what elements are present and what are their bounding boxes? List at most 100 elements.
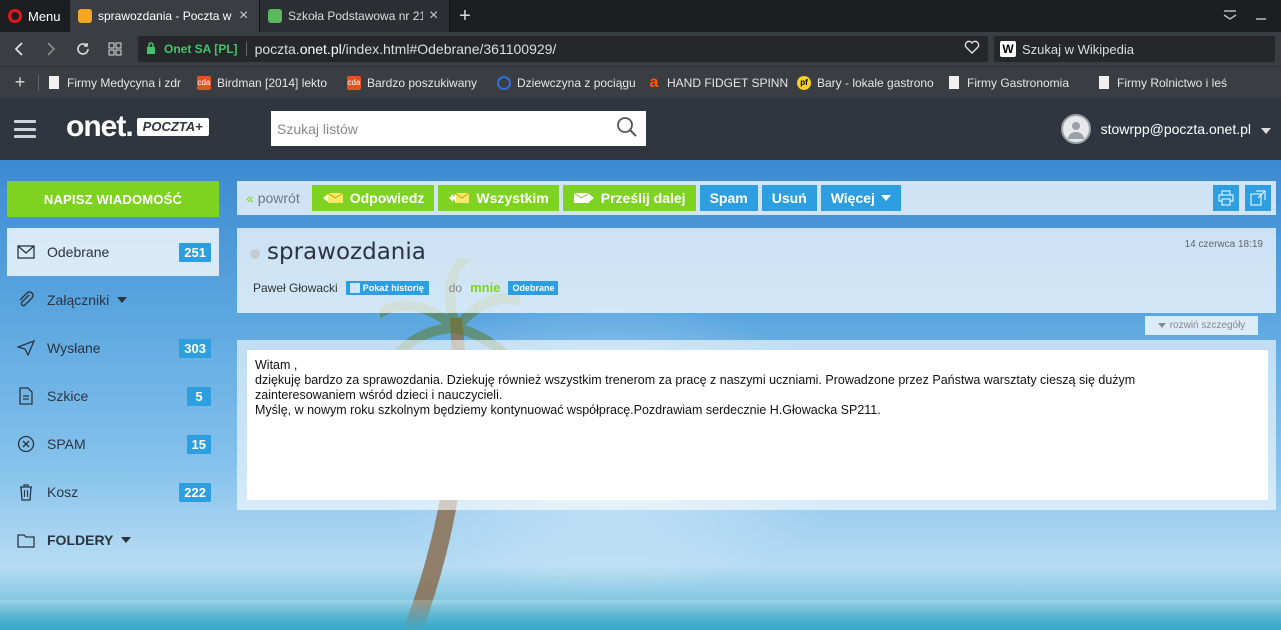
site-identity[interactable]: Onet SA [PL] bbox=[164, 42, 247, 56]
external-window-icon bbox=[1250, 190, 1266, 206]
mail-app: onet. POCZTA+ stowrpp@poczta.onet.pl NAP… bbox=[0, 98, 1281, 630]
opera-menu-button[interactable]: Menu bbox=[0, 0, 70, 32]
forward-button[interactable] bbox=[38, 36, 64, 62]
close-icon[interactable]: × bbox=[239, 8, 251, 24]
sidebar-item-zalaczniki[interactable]: Załączniki bbox=[7, 276, 219, 324]
avatar bbox=[1060, 114, 1091, 144]
bookmarks-divider bbox=[38, 74, 39, 91]
count-badge: 15 bbox=[186, 434, 211, 454]
opera-menu-label: Menu bbox=[28, 8, 61, 24]
open-new-window-button[interactable] bbox=[1245, 185, 1271, 211]
user-email: stowrpp@poczta.onet.pl bbox=[1100, 121, 1251, 137]
sidebar-item-kosz[interactable]: Kosz 222 bbox=[7, 468, 219, 516]
folder-name: Kosz bbox=[47, 484, 79, 500]
folder-name: Szkice bbox=[47, 388, 89, 404]
envelope-icon bbox=[17, 245, 35, 259]
allegro-icon: a bbox=[649, 75, 659, 90]
delete-button[interactable]: Usuń bbox=[761, 185, 817, 211]
bookmark-item[interactable]: Firmy Medycyna i zdr bbox=[47, 76, 197, 90]
sidebar-item-spam[interactable]: SPAM 15 bbox=[7, 420, 219, 468]
mail-header: onet. POCZTA+ stowrpp@poczta.onet.pl bbox=[0, 98, 1281, 160]
page-icon bbox=[47, 76, 61, 90]
folder-name: FOLDERY bbox=[47, 532, 114, 548]
recipient-value[interactable]: mnie bbox=[470, 280, 500, 295]
bookmark-item[interactable]: Dziewczyna z pociągu bbox=[497, 75, 647, 90]
folder-badge[interactable]: Odebrane bbox=[508, 280, 559, 295]
page-icon bbox=[947, 76, 961, 90]
tab-title: sprawozdania - Poczta w O bbox=[98, 9, 233, 23]
browser-tab-szkola[interactable]: Szkoła Podstawowa nr 211 × bbox=[260, 0, 450, 32]
tab-title: Szkoła Podstawowa nr 211 bbox=[288, 9, 423, 23]
chevron-down-icon bbox=[1157, 323, 1166, 328]
chevron-down-icon bbox=[1261, 121, 1271, 137]
body-line: zainteresowaniem wśród dzieci i nauczyci… bbox=[255, 388, 503, 402]
browser-address-bar: Onet SA [PL] poczta.onet.pl/index.html#O… bbox=[0, 32, 1281, 66]
bookmark-item[interactable]: cda Bardzo poszukiwany bbox=[347, 75, 497, 90]
sender-row: Paweł Głowacki Pokaż historię do mnie Od… bbox=[253, 280, 559, 295]
tab-menu-icon[interactable] bbox=[1223, 8, 1237, 24]
show-history-button[interactable]: Pokaż historię bbox=[345, 280, 429, 295]
hamburger-menu-icon[interactable] bbox=[14, 120, 36, 138]
back-link[interactable]: « powrót bbox=[242, 190, 304, 206]
sidebar-item-wyslane[interactable]: Wysłane 303 bbox=[7, 324, 219, 372]
sidebar-item-szkice[interactable]: Szkice 5 bbox=[7, 372, 219, 420]
opera-logo-icon bbox=[8, 9, 22, 23]
search-icon[interactable] bbox=[616, 116, 638, 141]
back-button[interactable] bbox=[6, 36, 32, 62]
browser-tab-bar: Menu sprawozdania - Poczta w O × Szkoła … bbox=[0, 0, 1281, 32]
circle-icon bbox=[497, 75, 511, 90]
reply-all-icon bbox=[449, 192, 470, 203]
message-subject: sprawozdania bbox=[267, 239, 426, 265]
double-chevron-left-icon: « bbox=[246, 190, 254, 206]
bookmark-item[interactable]: Firmy Gastronomia bbox=[947, 76, 1097, 90]
print-button[interactable] bbox=[1213, 185, 1239, 211]
forward-icon bbox=[573, 192, 594, 203]
reload-button[interactable] bbox=[70, 36, 96, 62]
browser-tab-poczta[interactable]: sprawozdania - Poczta w O × bbox=[70, 0, 260, 32]
unread-count-badge: 251 bbox=[179, 242, 211, 262]
chevron-down-icon[interactable] bbox=[121, 535, 132, 546]
print-icon bbox=[1218, 190, 1234, 206]
bookmark-item[interactable]: cda Birdman [2014] lekto bbox=[197, 75, 347, 90]
bookmark-item[interactable]: Firmy Rolnictwo i leś bbox=[1097, 76, 1247, 90]
message-header: sprawozdania 14 czerwca 18:19 Paweł Głow… bbox=[237, 228, 1276, 313]
compose-button[interactable]: NAPISZ WIADOMOŚĆ bbox=[7, 181, 219, 217]
mail-search-input[interactable] bbox=[277, 120, 616, 137]
sidebar-item-odebrane[interactable]: Odebrane 251 bbox=[7, 228, 219, 276]
envelope-favicon-icon bbox=[78, 9, 92, 23]
read-status-icon[interactable] bbox=[250, 249, 260, 259]
expand-details-button[interactable]: rozwiń szczegóły bbox=[1145, 316, 1258, 335]
toolbar-right-actions bbox=[1213, 185, 1271, 211]
body-line: Witam , bbox=[255, 358, 298, 372]
speed-dial-button[interactable] bbox=[102, 36, 128, 62]
close-icon[interactable]: × bbox=[429, 8, 441, 24]
cda-icon: cda bbox=[197, 75, 211, 90]
body-line: Myślę, w nowym roku szkolnym będziemy ko… bbox=[255, 403, 881, 417]
message-toolbar: « powrót Odpowiedz Wszystkim Prześlij da… bbox=[237, 181, 1276, 215]
sidebar-item-foldery[interactable]: FOLDERY bbox=[7, 516, 219, 564]
bookmark-item[interactable]: pf Bary - lokale gastrono bbox=[797, 75, 947, 90]
onet-poczta-logo[interactable]: onet. POCZTA+ bbox=[66, 112, 209, 142]
reply-button[interactable]: Odpowiedz bbox=[311, 185, 435, 211]
bookmark-item[interactable]: a HAND FIDGET SPINN bbox=[647, 76, 797, 90]
url-field[interactable]: Onet SA [PL] poczta.onet.pl/index.html#O… bbox=[138, 36, 988, 62]
minimize-icon[interactable] bbox=[1255, 8, 1267, 24]
sender-name[interactable]: Paweł Głowacki bbox=[253, 281, 338, 295]
pf-icon: pf bbox=[797, 75, 811, 90]
add-bookmark-button[interactable]: + bbox=[8, 72, 32, 93]
body-line: dziękuję bardzo za sprawozdania. Dziekuj… bbox=[255, 373, 1136, 387]
message-body-container: Witam , dziękuję bardzo za sprawozdania.… bbox=[237, 340, 1276, 510]
reply-all-button[interactable]: Wszystkim bbox=[438, 185, 559, 211]
recipient-label: do bbox=[448, 280, 463, 295]
more-button[interactable]: Więcej bbox=[820, 185, 901, 211]
user-menu[interactable]: stowrpp@poczta.onet.pl bbox=[1060, 114, 1271, 144]
spam-button[interactable]: Spam bbox=[699, 185, 758, 211]
forward-button[interactable]: Prześlij dalej bbox=[562, 185, 696, 211]
history-icon bbox=[349, 282, 360, 293]
new-tab-button[interactable]: + bbox=[450, 0, 480, 32]
lock-icon bbox=[146, 41, 156, 57]
url-text: poczta.onet.pl/index.html#Odebrane/36110… bbox=[254, 41, 557, 57]
browser-search-field[interactable]: W Szukaj w Wikipedia bbox=[994, 36, 1275, 62]
heart-icon[interactable] bbox=[964, 40, 980, 58]
chevron-down-icon[interactable] bbox=[117, 295, 128, 306]
